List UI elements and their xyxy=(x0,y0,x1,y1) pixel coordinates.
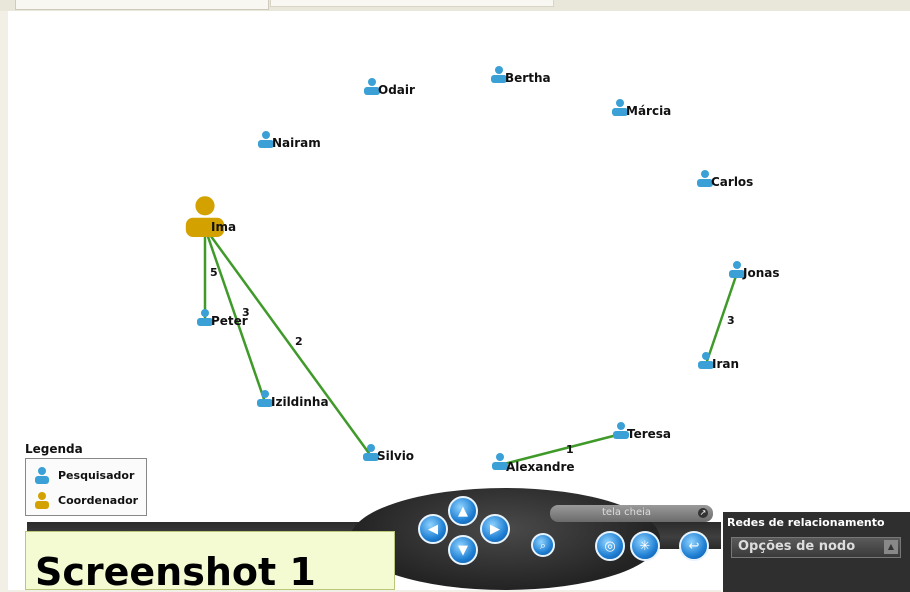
arrow-left-icon: ◀ xyxy=(428,521,438,537)
pan-right-button[interactable]: ▶ xyxy=(480,514,510,544)
legend-item-coordenador: Coordenador xyxy=(32,490,138,510)
pan-down-button[interactable]: ▼ xyxy=(448,535,478,565)
zoom-button[interactable]: ⌕ xyxy=(531,533,555,557)
node-label: Peter xyxy=(211,314,248,328)
arrow-down-icon: ▼ xyxy=(458,542,468,558)
legend-label-coordenador: Coordenador xyxy=(58,493,139,507)
researcher-person-icon xyxy=(35,467,49,484)
node-marcia[interactable]: Márcia xyxy=(612,99,671,118)
fullscreen-arrow-icon[interactable]: ↗ xyxy=(698,508,708,518)
node-izildinha[interactable]: Izildinha xyxy=(257,390,329,409)
node-options-select[interactable]: Opções de nodo ▲ xyxy=(731,537,901,558)
arrow-up-icon: ▲ xyxy=(458,503,468,519)
edge-weight-label: 3 xyxy=(727,314,735,327)
edge-ima-silvio xyxy=(203,227,373,457)
node-label: Nairam xyxy=(272,136,321,150)
node-teresa[interactable]: Teresa xyxy=(613,422,671,441)
snowflake-icon: ✳ xyxy=(639,538,651,554)
node-label: Silvio xyxy=(377,449,414,463)
coordinator-person-icon xyxy=(35,492,49,509)
node-label: Iran xyxy=(712,357,739,371)
node-label: Bertha xyxy=(505,71,551,85)
pan-left-button[interactable]: ◀ xyxy=(418,514,448,544)
node-silvio[interactable]: Silvio xyxy=(363,444,414,463)
return-button[interactable]: ↩ xyxy=(679,531,709,561)
node-carlos[interactable]: Carlos xyxy=(697,170,753,189)
radial-layout-button[interactable]: ✳ xyxy=(630,531,660,561)
select-arrow-icon[interactable]: ▲ xyxy=(884,540,898,554)
node-jonas[interactable]: Jonas xyxy=(729,261,780,280)
edge-weight-label: 5 xyxy=(210,266,218,279)
node-label: Jonas xyxy=(742,266,780,280)
node-label: Márcia xyxy=(626,104,671,118)
node-label: Alexandre xyxy=(506,460,575,474)
fullscreen-label: tela cheia xyxy=(602,507,652,518)
relationship-panel: Redes de relacionamento Opções de nodo ▲ xyxy=(721,510,910,592)
node-odair[interactable]: Odair xyxy=(364,78,415,97)
legend-label-pesquisador: Pesquisador xyxy=(58,468,135,482)
circular-layout-button[interactable]: ◎ xyxy=(595,531,625,561)
panel-title: Redes de relacionamento xyxy=(727,516,885,529)
nodes-layer: Ima Odair Bertha Márcia Nairam Carlos Jonas Ira… xyxy=(185,66,780,474)
node-peter[interactable]: Peter xyxy=(197,309,248,328)
node-label: Izildinha xyxy=(271,395,329,409)
legend-item-pesquisador: Pesquisador xyxy=(32,465,134,485)
pan-up-button[interactable]: ▲ xyxy=(448,496,478,526)
node-iran[interactable]: Iran xyxy=(698,352,739,371)
edge-weight-label: 1 xyxy=(566,443,574,456)
node-label: Carlos xyxy=(711,175,753,189)
fullscreen-bar[interactable]: tela cheia ↗ xyxy=(550,505,713,522)
return-arrow-icon: ↩ xyxy=(688,538,700,554)
node-label: Teresa xyxy=(627,427,671,441)
edge-weight-label: 2 xyxy=(295,335,303,348)
node-bertha[interactable]: Bertha xyxy=(491,66,551,85)
callout-text: Screenshot 1 xyxy=(35,550,316,590)
node-ima[interactable]: Ima xyxy=(185,196,236,237)
legend-box: Pesquisador Coordenador xyxy=(25,458,147,516)
node-label: Ima xyxy=(211,220,236,234)
node-nairam[interactable]: Nairam xyxy=(258,131,321,150)
arrow-right-icon: ▶ xyxy=(490,521,500,537)
magnifier-icon: ⌕ xyxy=(539,538,547,552)
legend: Legenda Pesquisador Coordenador xyxy=(25,442,148,516)
node-options-value: Opções de nodo xyxy=(738,539,856,554)
screenshot-callout: Screenshot 1 xyxy=(25,531,395,590)
legend-title: Legenda xyxy=(25,442,83,456)
node-label: Odair xyxy=(378,83,415,97)
circle-layout-icon: ◎ xyxy=(604,538,616,554)
